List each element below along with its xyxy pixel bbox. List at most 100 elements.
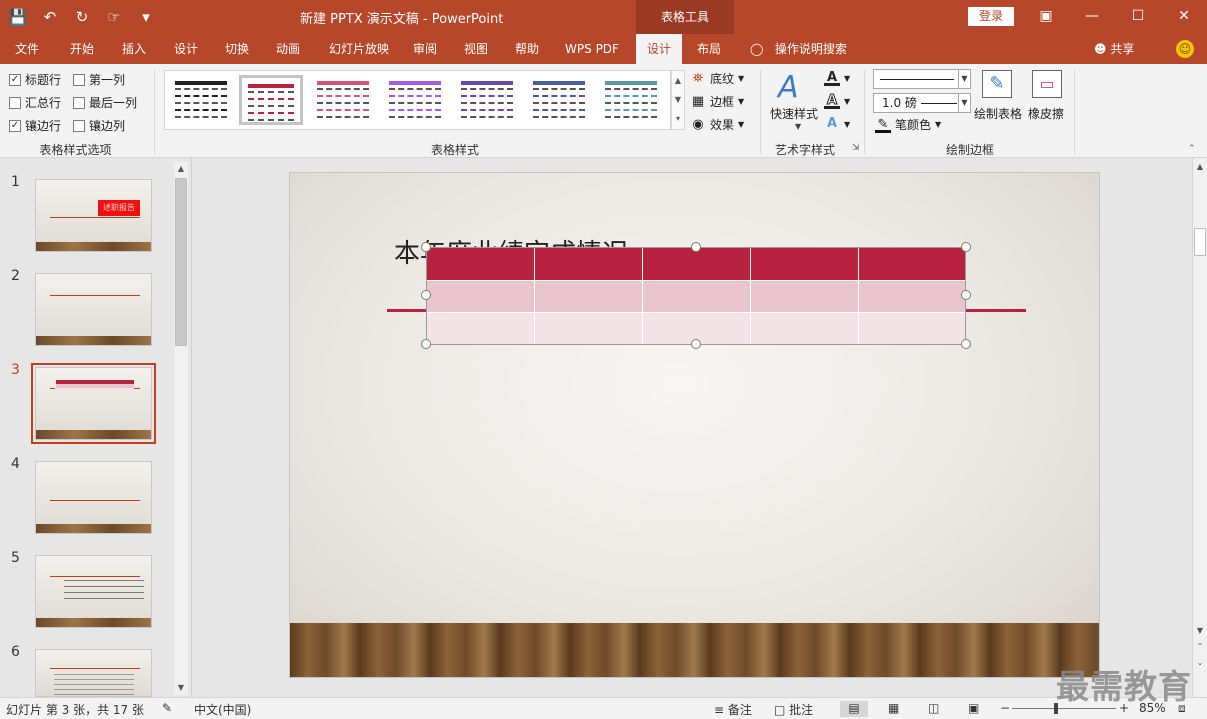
status-bar: 幻灯片 第 3 张，共 17 张 ✎ 中文(中国) ≡ 备注 □ 批注 ▤ ▦ … [0,697,1207,719]
table-style-swatch[interactable] [455,75,519,125]
slide-thumbnail[interactable] [35,649,152,697]
slide-number: 3 [11,362,20,378]
gallery-down-icon[interactable]: ▼ [672,90,684,109]
borders-button[interactable]: ▦ 边框 ▼ [690,93,744,110]
pen-color-button[interactable]: ✎ 笔颜色 ▼ [875,116,941,133]
table-header-row[interactable] [427,248,965,280]
notes-button[interactable]: ≡ 备注 [714,701,752,718]
first-column-checkbox[interactable]: 第一列 [73,71,125,88]
thumbnail-scrollbar[interactable]: ▲ ▼ [174,162,188,695]
save-icon[interactable]: 💾 [8,6,28,28]
draw-table-button[interactable]: 绘制表格 [974,105,1022,122]
resize-handle[interactable] [691,242,701,252]
touch-mode-icon[interactable]: ☞ [104,6,124,28]
tab-file[interactable]: 文件 [6,34,48,64]
slide-thumbnail[interactable] [35,461,152,534]
table-style-swatch[interactable] [169,75,233,125]
table-style-swatch[interactable] [599,75,663,125]
redo-icon[interactable]: ↻ [72,6,92,28]
gallery-scroll[interactable]: ▲ ▼ ▾ [671,70,685,130]
smiley-feedback-icon[interactable]: ☺ [1176,40,1194,58]
text-outline-button[interactable]: A ▼ [824,93,850,109]
table-style-swatch[interactable] [239,75,303,125]
zoom-slider[interactable] [1012,708,1116,709]
table-style-swatch[interactable] [311,75,375,125]
share-button[interactable]: ☻ 共享 [1094,34,1134,64]
resize-handle[interactable] [961,242,971,252]
slide-thumbnail-pane: 1 述职报告 2 3 4 5 6 ▲ ▼ [0,158,192,697]
table-row[interactable] [427,280,965,312]
scroll-up-icon[interactable]: ▲ [1193,160,1207,174]
main-scrollbar[interactable]: ▲ ▼ ⌃ ⌄ [1192,158,1207,697]
tab-view[interactable]: 视图 [452,34,500,64]
tab-table-layout[interactable]: 布局 [686,34,732,64]
tab-help[interactable]: 帮助 [504,34,550,64]
table-style-swatch[interactable] [527,75,591,125]
slideshow-view-icon[interactable]: ▣ [968,701,979,715]
resize-handle[interactable] [421,339,431,349]
comments-button[interactable]: □ 批注 [774,701,813,718]
tab-design[interactable]: 设计 [162,34,210,64]
text-effects-button[interactable]: A ▼ [824,116,850,132]
tab-home[interactable]: 开始 [58,34,106,64]
tell-me-search[interactable]: ◯ 操作说明搜索 [750,34,847,64]
chevron-down-icon: ▼ [844,96,851,106]
language-status[interactable]: 中文(中国) [194,701,251,718]
ribbon-body: ✓ 标题行 第一列 汇总行 最后一列 ✓ 镶边行 镶边列 表格样式选项 ▲ ▼ ▾ … [0,64,1207,158]
last-column-checkbox[interactable]: 最后一列 [73,94,137,111]
ribbon-display-options-icon[interactable]: ▣ [1034,6,1058,26]
shading-button[interactable]: ⛯ 底纹 ▼ [690,70,744,87]
prev-slide-icon[interactable]: ⌃ [1193,640,1207,654]
table[interactable] [426,247,966,345]
undo-icon[interactable]: ↶ [40,6,60,28]
resize-handle[interactable] [691,339,701,349]
reading-view-icon[interactable]: ◫ [928,701,939,715]
header-row-checkbox[interactable]: ✓ 标题行 [9,71,61,88]
login-button[interactable]: 登录 [968,7,1014,26]
slide-sorter-icon[interactable]: ▦ [888,701,899,715]
scroll-down-icon[interactable]: ▼ [1193,624,1207,638]
gallery-more-icon[interactable]: ▾ [672,109,684,128]
total-row-checkbox[interactable]: 汇总行 [9,94,61,111]
close-icon[interactable]: ✕ [1172,6,1196,26]
tab-slideshow[interactable]: 幻灯片放映 [318,34,400,64]
slide-thumbnail[interactable] [35,273,152,346]
accessibility-icon[interactable]: ✎ [162,701,172,715]
tab-review[interactable]: 审阅 [402,34,448,64]
maximize-icon[interactable]: ☐ [1126,6,1150,26]
draw-table-icon: ✎ [982,70,1012,98]
table-style-swatch[interactable] [383,75,447,125]
normal-view-icon[interactable]: ▤ [840,701,868,717]
current-slide[interactable]: 本年度业绩完成情况 [289,172,1100,678]
pen-weight-select[interactable]: 1.0 磅 ▼ [873,93,971,113]
tab-animations[interactable]: 动画 [264,34,312,64]
minimize-icon[interactable]: — [1080,6,1104,26]
text-fill-button[interactable]: A ▼ [824,70,850,86]
quick-styles-button[interactable]: 快速样式 [770,105,818,122]
scroll-up-icon[interactable]: ▲ [174,162,188,176]
resize-handle[interactable] [961,290,971,300]
pen-style-select[interactable]: ▼ [873,69,971,89]
dialog-launcher-icon[interactable]: ⇲ [852,143,860,153]
next-slide-icon[interactable]: ⌄ [1193,656,1207,670]
tab-insert[interactable]: 插入 [110,34,158,64]
slide-thumbnail[interactable] [35,555,152,628]
resize-handle[interactable] [421,242,431,252]
tab-wps-pdf[interactable]: WPS PDF [556,34,628,64]
resize-handle[interactable] [961,339,971,349]
slide-thumbnail[interactable]: 述职报告 [35,179,152,252]
banded-rows-checkbox[interactable]: ✓ 镶边行 [9,117,61,134]
table-styles-gallery [164,70,671,130]
effects-button[interactable]: ◉ 效果 ▼ [690,116,744,133]
slide-thumbnail-active[interactable] [31,363,156,444]
gallery-up-icon[interactable]: ▲ [672,71,684,90]
tab-transitions[interactable]: 切换 [213,34,261,64]
collapse-ribbon-icon[interactable]: ⌃ [1188,144,1196,154]
resize-handle[interactable] [421,290,431,300]
customize-qat-icon[interactable]: ▾ [136,6,156,28]
eraser-button[interactable]: 橡皮擦 [1028,105,1064,122]
zoom-out-icon[interactable]: − [1000,701,1010,715]
scroll-down-icon[interactable]: ▼ [174,681,188,695]
banded-columns-checkbox[interactable]: 镶边列 [73,117,125,134]
tab-table-design[interactable]: 设计 [636,34,682,64]
